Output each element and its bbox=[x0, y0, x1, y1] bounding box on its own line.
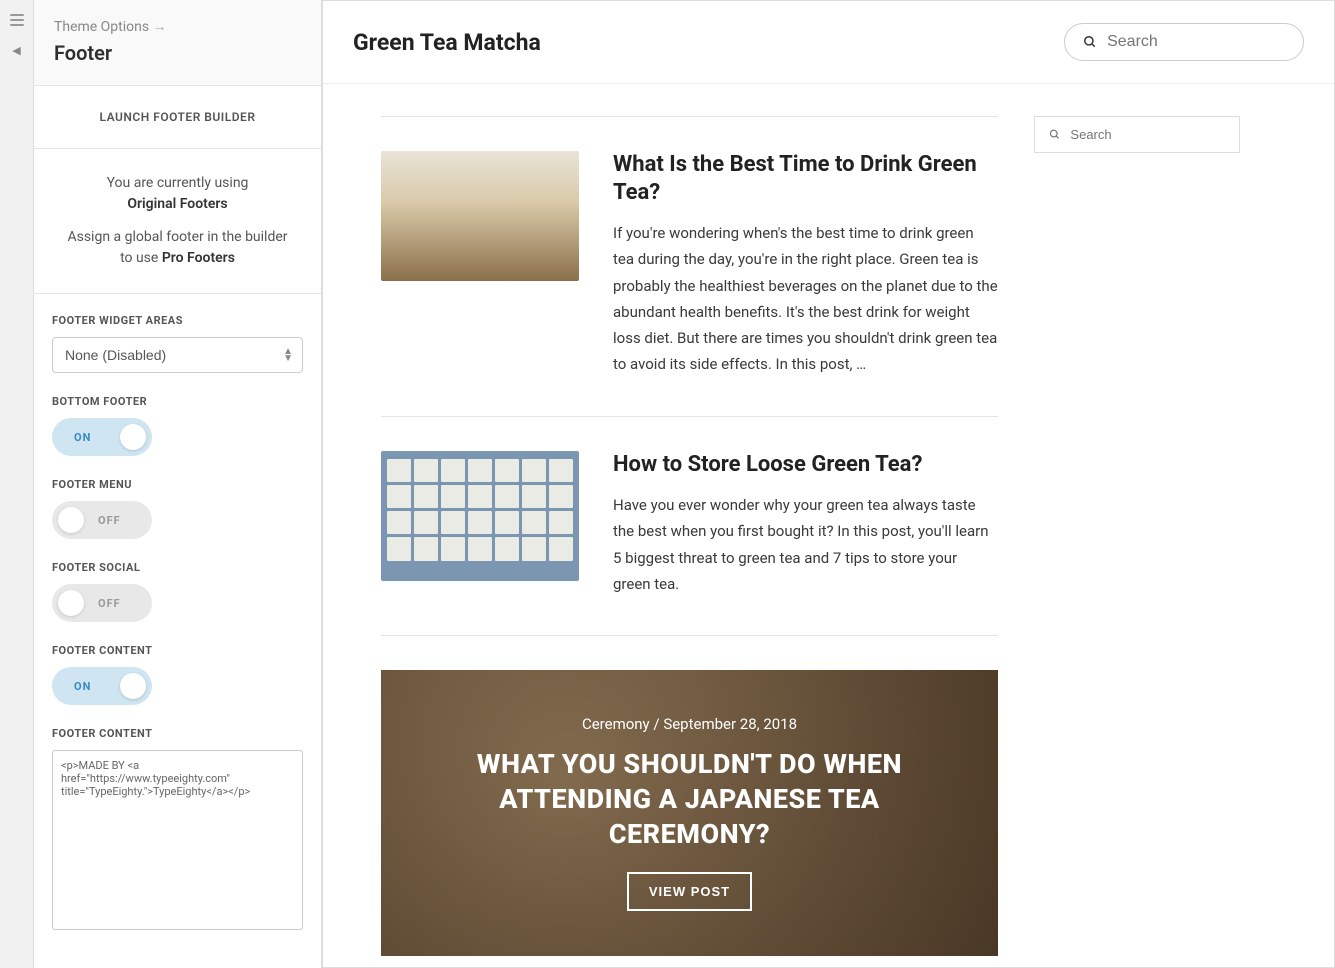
hero-title[interactable]: WHAT YOU SHOULDN'T DO WHEN ATTENDING A J… bbox=[441, 747, 938, 852]
post-item: What Is the Best Time to Drink Green Tea… bbox=[381, 151, 998, 417]
hero-post: Ceremony / September 28, 2018 WHAT YOU S… bbox=[381, 670, 998, 956]
post-title[interactable]: How to Store Loose Green Tea? bbox=[613, 451, 998, 479]
sidebar-search-input[interactable] bbox=[1070, 127, 1225, 142]
post-thumbnail[interactable] bbox=[381, 151, 579, 281]
view-post-button[interactable]: VIEW POST bbox=[627, 872, 752, 911]
post-thumbnail[interactable] bbox=[381, 451, 579, 581]
header-search[interactable] bbox=[1064, 23, 1304, 61]
post-item: How to Store Loose Green Tea? Have you e… bbox=[381, 451, 998, 637]
footer-menu-toggle[interactable]: OFF bbox=[52, 501, 152, 539]
toggle-knob bbox=[120, 424, 146, 450]
sidebar-search[interactable] bbox=[1034, 116, 1240, 153]
preview-pane: Green Tea Matcha What Is the Best Time t… bbox=[322, 0, 1335, 968]
footer-content-toggle-label: FOOTER CONTENT bbox=[52, 644, 303, 657]
breadcrumb[interactable]: Theme Options → bbox=[54, 18, 301, 35]
footer-social-label: FOOTER SOCIAL bbox=[52, 561, 303, 574]
launch-footer-builder-button[interactable]: LAUNCH FOOTER BUILDER bbox=[34, 86, 321, 149]
footer-content-toggle[interactable]: ON bbox=[52, 667, 152, 705]
arrow-right-icon: → bbox=[153, 19, 167, 35]
sidebar: Theme Options → Footer LAUNCH FOOTER BUI… bbox=[34, 0, 322, 968]
section-title: Footer bbox=[54, 41, 301, 65]
toggle-knob bbox=[58, 590, 84, 616]
hero-meta: Ceremony / September 28, 2018 bbox=[582, 715, 797, 733]
site-title[interactable]: Green Tea Matcha bbox=[353, 29, 541, 56]
breadcrumb-text: Theme Options bbox=[54, 19, 149, 35]
header-search-input[interactable] bbox=[1107, 33, 1285, 51]
post-excerpt: Have you ever wonder why your green tea … bbox=[613, 492, 998, 597]
sidebar-header: Theme Options → Footer bbox=[34, 0, 321, 86]
hamburger-icon[interactable] bbox=[10, 14, 24, 26]
sidebar-column bbox=[998, 84, 1334, 956]
footer-menu-label: FOOTER MENU bbox=[52, 478, 303, 491]
divider bbox=[381, 116, 998, 117]
collapse-strip: ◀ bbox=[0, 0, 34, 968]
footer-content-text-label: FOOTER CONTENT bbox=[52, 727, 303, 740]
search-icon bbox=[1083, 34, 1097, 50]
bottom-footer-toggle[interactable]: ON bbox=[52, 418, 152, 456]
toggle-knob bbox=[120, 673, 146, 699]
toggle-knob bbox=[58, 507, 84, 533]
hero-date: September 28, 2018 bbox=[663, 715, 797, 733]
hero-category[interactable]: Ceremony bbox=[582, 715, 650, 733]
footer-content-textarea[interactable] bbox=[52, 750, 303, 930]
main-column: What Is the Best Time to Drink Green Tea… bbox=[381, 84, 998, 956]
bottom-footer-label: BOTTOM FOOTER bbox=[52, 395, 303, 408]
post-excerpt: If you're wondering when's the best time… bbox=[613, 220, 998, 378]
back-arrow-icon[interactable]: ◀ bbox=[12, 44, 20, 57]
controls: FOOTER WIDGET AREAS None (Disabled) ▲▼ B… bbox=[34, 294, 321, 968]
preview-header: Green Tea Matcha bbox=[323, 1, 1334, 84]
widget-areas-label: FOOTER WIDGET AREAS bbox=[52, 314, 303, 327]
search-icon bbox=[1049, 128, 1060, 141]
post-title[interactable]: What Is the Best Time to Drink Green Tea… bbox=[613, 151, 998, 206]
footer-social-toggle[interactable]: OFF bbox=[52, 584, 152, 622]
widget-areas-select[interactable]: None (Disabled) bbox=[52, 337, 303, 373]
info-block: You are currently usingOriginal Footers … bbox=[34, 149, 321, 294]
